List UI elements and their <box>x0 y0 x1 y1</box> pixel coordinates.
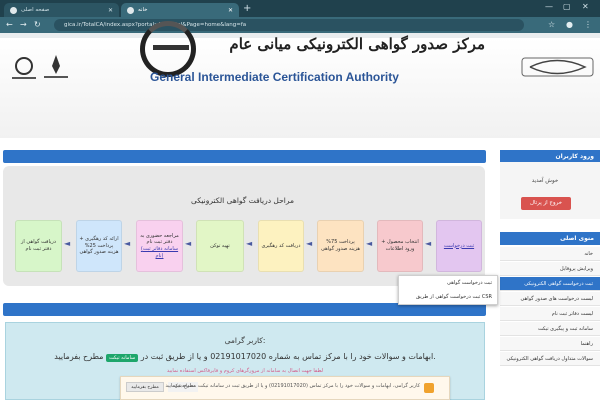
reload-icon[interactable]: ↻ <box>34 20 41 29</box>
arrow-left-icon: ◄ <box>306 239 313 248</box>
ticket-system-link[interactable]: سامانه تیکت <box>106 354 139 362</box>
forward-icon[interactable]: → <box>20 20 27 29</box>
profile-icon[interactable]: ● <box>566 20 573 29</box>
arrow-left-icon: ◄ <box>366 239 373 248</box>
login-box <box>500 162 600 219</box>
step-register-request[interactable]: ثبت درخواست <box>436 220 482 272</box>
arrow-left-icon: ◄ <box>185 239 192 248</box>
main-title-bar <box>3 150 486 163</box>
menu-item-offices-list[interactable]: لیست دفاتر ثبت نام <box>500 307 600 321</box>
notice-greeting: کاربر گرامی: <box>224 336 266 345</box>
main-menu-header: منوی اصلی <box>500 232 600 245</box>
menu-item-certificate-request[interactable]: ثبت درخواست گواهی الکترونیکی <box>500 277 600 291</box>
maximize-icon[interactable]: ▢ <box>563 2 571 11</box>
bookmark-star-icon[interactable]: ☆ <box>548 20 555 29</box>
step-label: مراجعه حضوری به دفتر ثبت نام <box>140 232 179 246</box>
step-pay-75: پرداخت 75% هزینه صدور گواهی <box>317 220 364 272</box>
close-tab-icon[interactable]: ✕ <box>228 7 233 14</box>
browser-menu-icon[interactable]: ⋮ <box>584 20 592 29</box>
offices-system-link[interactable]: (سامانه دفاتر ثبت نام) <box>139 246 180 260</box>
new-tab-button[interactable]: + <box>243 3 251 14</box>
menu-item-help[interactable]: راهنما <box>500 337 600 351</box>
step-pay-25: ارائه کد رهگیری + پرداخت 25% هزینه صدور … <box>76 220 122 272</box>
step-label: ارائه کد رهگیری + پرداخت 25% هزینه صدور … <box>79 235 119 256</box>
browser-tab-active[interactable]: خانه ✕ <box>121 3 239 17</box>
step-tracking-code: دریافت کد رهگیری <box>258 220 304 272</box>
close-tab-icon[interactable]: ✕ <box>108 7 113 14</box>
step-visit-office: مراجعه حضوری به دفتر ثبت نام (سامانه دفا… <box>136 220 183 272</box>
tab-title: خانه <box>138 7 148 13</box>
address-bar-row: ← → ↻ gica.ir/TotalCA/index.aspx?portal=… <box>0 17 600 33</box>
step-receive-certificate: دریافت گواهی از دفتر ثبت نام <box>15 220 62 272</box>
site-icon <box>10 6 17 14</box>
bell-icon <box>424 383 434 393</box>
arrow-left-icon: ◄ <box>124 239 131 248</box>
logout-button[interactable]: خروج از پرتال <box>521 197 571 210</box>
arrow-left-icon: ◄ <box>246 239 253 248</box>
menu-item-ticket-system[interactable]: سامانه ثبت و پیگیری تیکت <box>500 322 600 336</box>
browser-recommendation-text: لطفا جهت اتصال به سامانه از مرورگرهای کر… <box>166 368 324 374</box>
close-window-icon[interactable]: ✕ <box>582 2 589 11</box>
site-title-en: General Intermediate Certification Autho… <box>150 70 399 84</box>
minimize-icon[interactable]: — <box>545 2 553 11</box>
tab-title: صفحه اصلی <box>21 7 50 13</box>
site-header <box>0 38 600 138</box>
process-title: مراحل دریافت گواهی الکترونیکی <box>190 196 294 205</box>
menu-item-home[interactable]: خانه <box>500 247 600 261</box>
toast-text: کاربر گرامی، ابهامات و سوالات خود را با … <box>165 383 420 389</box>
welcome-text: خوش آمدید <box>531 178 559 184</box>
step-label: دریافت کد رهگیری <box>261 242 301 249</box>
arrow-left-icon: ◄ <box>64 239 71 248</box>
menu-item-edit-profile[interactable]: ویرایش پروفایل <box>500 262 600 276</box>
arrow-left-icon: ◄ <box>425 239 432 248</box>
site-icon <box>127 6 134 14</box>
step-label: دریافت گواهی از دفتر ثبت نام <box>21 239 56 252</box>
browser-tab[interactable]: صفحه اصلی ✕ <box>4 3 119 17</box>
notice-main-text: ابهامات و سوالات خود را با مرکز تماس به … <box>5 352 485 362</box>
step-label: انتخاب محصول + ورود اطلاعات <box>381 239 419 252</box>
step-prepare-token: تهیه توکن <box>196 220 244 272</box>
url-input[interactable]: gica.ir/TotalCA/index.aspx?portal=MFPort… <box>54 19 524 31</box>
menu-item-faq[interactable]: سوالات متداول دریافت گواهی الکترونیکی <box>500 352 600 366</box>
notice-text: ابهامات و سوالات خود را با مرکز تماس به … <box>140 352 434 361</box>
step-label: تهیه توکن <box>210 242 230 249</box>
step-select-product: انتخاب محصول + ورود اطلاعات <box>377 220 423 272</box>
site-title-fa: مرکز صدور گواهی الکترونیکی میانی عام <box>229 35 485 53</box>
submenu-item-request[interactable]: ثبت درخواست گواهی <box>398 276 498 290</box>
organization-logo <box>520 52 595 82</box>
submenu-item-request-csr[interactable]: ثبت درخواست گواهی از طریق CSR <box>398 290 498 304</box>
menu-item-request-list[interactable]: لیست درخواست های صدور گواهی <box>500 292 600 306</box>
iran-emblem-icon <box>36 52 76 82</box>
step-label: ثبت درخواست <box>443 242 475 249</box>
browser-tabbar: صفحه اصلی ✕ خانه ✕ + — ▢ ✕ <box>0 0 600 17</box>
step-label: پرداخت 75% هزینه صدور گواهی <box>320 239 360 252</box>
back-icon[interactable]: ← <box>6 20 13 29</box>
